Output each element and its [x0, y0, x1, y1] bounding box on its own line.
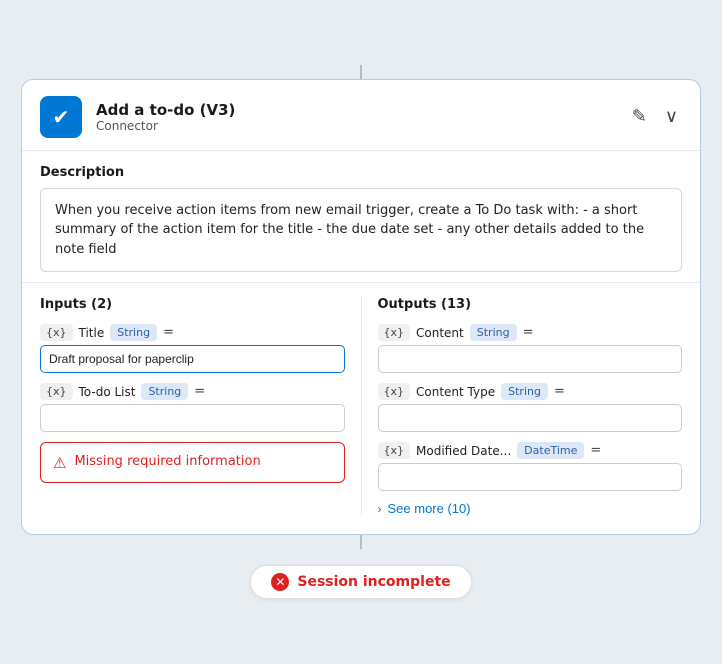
field-tag-row-content-type: {x} Content Type String = — [378, 383, 683, 400]
outputs-column: Outputs (13) {x} Content String = {x} — [362, 297, 683, 516]
see-more-button[interactable]: › See more (10) — [378, 501, 471, 516]
expr-tag-title: {x} — [40, 324, 73, 341]
header-text: Add a to-do (V3) Connector — [96, 101, 235, 133]
connector-line-bottom — [360, 535, 362, 549]
content-type-input[interactable] — [378, 404, 683, 432]
session-text: Session incomplete — [297, 574, 450, 590]
action-card: ✔ Add a to-do (V3) Connector ✎ ∨ Descrip… — [21, 79, 701, 536]
expr-tag-modified-date: {x} — [378, 442, 411, 459]
error-text: Missing required information — [74, 453, 260, 471]
session-bar: ✕ Session incomplete — [250, 565, 471, 599]
inputs-title: Inputs (2) — [40, 297, 345, 312]
see-more-label: See more (10) — [388, 501, 471, 516]
chevron-right-icon: › — [378, 502, 382, 516]
inputs-column: Inputs (2) {x} Title String = {x} To- — [40, 297, 362, 516]
field-name-todolist: To-do List — [79, 385, 136, 399]
output-field-modified-date: {x} Modified Date... DateTime = — [378, 442, 683, 491]
field-type-content-type: String — [501, 383, 548, 400]
field-type-content: String — [470, 324, 517, 341]
outputs-title: Outputs (13) — [378, 297, 683, 312]
field-type-title: String — [110, 324, 157, 341]
header-left: ✔ Add a to-do (V3) Connector — [40, 96, 235, 138]
warning-icon: ⚠ — [53, 454, 66, 472]
content-input[interactable] — [378, 345, 683, 373]
input-field-todolist: {x} To-do List String = — [40, 383, 345, 432]
collapse-button[interactable]: ∨ — [661, 104, 682, 129]
field-name-modified-date: Modified Date... — [416, 444, 511, 458]
equals-title: = — [163, 325, 174, 340]
session-badge: ✕ Session incomplete — [250, 565, 471, 599]
error-box: ⚠ Missing required information — [40, 442, 345, 483]
modified-date-input[interactable] — [378, 463, 683, 491]
equals-modified-date: = — [590, 443, 601, 458]
expr-tag-todolist: {x} — [40, 383, 73, 400]
output-field-content: {x} Content String = — [378, 324, 683, 373]
title-input[interactable] — [40, 345, 345, 373]
field-tag-row-modified-date: {x} Modified Date... DateTime = — [378, 442, 683, 459]
io-section: Inputs (2) {x} Title String = {x} To- — [22, 282, 700, 534]
header-actions: ✎ ∨ — [628, 104, 682, 129]
card-header: ✔ Add a to-do (V3) Connector ✎ ∨ — [22, 80, 700, 151]
session-error-icon: ✕ — [271, 573, 289, 591]
connector-icon-box: ✔ — [40, 96, 82, 138]
field-tag-row-content: {x} Content String = — [378, 324, 683, 341]
card-title: Add a to-do (V3) — [96, 101, 235, 119]
edit-button[interactable]: ✎ — [628, 104, 651, 129]
output-field-content-type: {x} Content Type String = — [378, 383, 683, 432]
checkmark-icon: ✔ — [53, 105, 70, 129]
field-name-title: Title — [79, 326, 105, 340]
field-name-content-type: Content Type — [416, 385, 495, 399]
description-section: Description When you receive action item… — [22, 151, 700, 283]
todolist-input[interactable] — [40, 404, 345, 432]
equals-content-type: = — [554, 384, 565, 399]
description-label: Description — [40, 165, 682, 180]
equals-todolist: = — [194, 384, 205, 399]
field-tag-row-todolist: {x} To-do List String = — [40, 383, 345, 400]
input-field-title: {x} Title String = — [40, 324, 345, 373]
field-tag-row-title: {x} Title String = — [40, 324, 345, 341]
expr-tag-content: {x} — [378, 324, 411, 341]
card-subtitle: Connector — [96, 119, 235, 133]
description-text: When you receive action items from new e… — [40, 188, 682, 273]
field-type-todolist: String — [141, 383, 188, 400]
expr-tag-content-type: {x} — [378, 383, 411, 400]
equals-content: = — [523, 325, 534, 340]
field-type-modified-date: DateTime — [517, 442, 584, 459]
field-name-content: Content — [416, 326, 464, 340]
connector-line-top — [360, 65, 362, 79]
